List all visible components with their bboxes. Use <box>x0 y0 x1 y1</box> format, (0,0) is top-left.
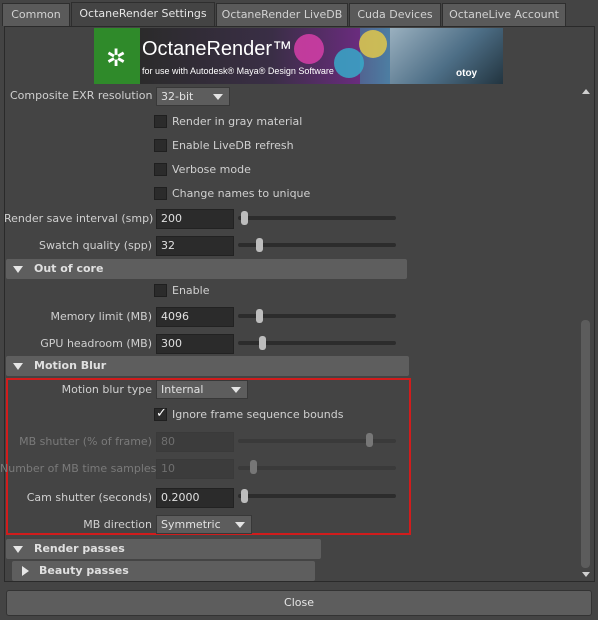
octane-banner: ✲ OctaneRender™ for use with Autodesk® M… <box>94 28 503 84</box>
banner-blue-shape <box>334 48 364 78</box>
banner-yellow-shape <box>359 30 387 58</box>
ignore-frame-bounds-label: Ignore frame sequence bounds <box>172 408 344 421</box>
collapse-arrow-icon <box>13 363 23 370</box>
mb-shutter-slider-handle <box>366 433 374 447</box>
swatch-quality-slider-handle[interactable] <box>256 238 264 252</box>
ignore-frame-bounds-checkbox[interactable] <box>154 406 167 421</box>
render-save-interval-field[interactable]: 200 <box>156 209 234 229</box>
section-beauty-passes[interactable]: Beauty passes <box>12 561 315 581</box>
verbose-mode-label: Verbose mode <box>172 163 251 176</box>
banner-brand: OctaneRender™ <box>142 38 293 60</box>
render-save-interval-label: Render save interval (smp) <box>4 212 154 225</box>
section-out-of-core-title: Out of core <box>34 262 104 275</box>
motion-blur-highlight-box <box>6 378 411 535</box>
mb-time-samples-slider <box>238 466 396 470</box>
mb-time-samples-slider-handle <box>250 460 258 474</box>
render-gray-material-checkbox[interactable] <box>154 115 167 128</box>
render-save-interval-slider-handle[interactable] <box>241 211 249 225</box>
motion-blur-type-label: Motion blur type <box>61 383 152 396</box>
verbose-mode-checkbox[interactable] <box>154 163 167 176</box>
close-button[interactable]: Close <box>6 590 592 616</box>
banner-subtitle: for use with Autodesk® Maya® Design Soft… <box>142 66 334 76</box>
section-motion-blur[interactable]: Motion Blur <box>6 356 409 376</box>
mb-direction-dropdown[interactable]: Symmetric <box>156 515 252 534</box>
swatch-quality-field[interactable]: 32 <box>156 236 234 256</box>
render-gray-material-label: Render in gray material <box>172 115 303 128</box>
render-save-interval-slider[interactable] <box>238 216 396 220</box>
out-of-core-enable-checkbox[interactable] <box>154 284 167 297</box>
out-of-core-enable-label: Enable <box>172 284 210 297</box>
composite-exr-label: Composite EXR resolution <box>10 89 153 102</box>
memory-limit-slider-handle[interactable] <box>256 309 264 323</box>
tab-octanerender-livedb[interactable]: OctaneRender LiveDB <box>216 3 348 26</box>
scrollbar-thumb[interactable] <box>581 320 590 568</box>
otoy-logo: otoy <box>456 68 478 79</box>
change-names-unique-checkbox[interactable] <box>154 187 167 200</box>
swatch-quality-label: Swatch quality (spp) <box>39 239 152 252</box>
mb-shutter-field: 80 <box>156 432 234 452</box>
gpu-headroom-field[interactable]: 300 <box>156 334 234 354</box>
collapse-arrow-icon <box>13 266 23 273</box>
expand-arrow-icon <box>22 566 29 576</box>
banner-pink-shape <box>294 34 324 64</box>
chevron-down-icon <box>235 522 245 528</box>
banner-photo-block <box>390 28 503 84</box>
section-beauty-passes-title: Beauty passes <box>39 564 129 577</box>
composite-exr-dropdown[interactable]: 32-bit <box>156 87 230 106</box>
memory-limit-label: Memory limit (MB) <box>50 310 152 323</box>
mb-time-samples-field: 10 <box>156 459 234 479</box>
mb-shutter-label: MB shutter (% of frame) <box>19 435 152 448</box>
motion-blur-type-value: Internal <box>161 383 204 396</box>
chevron-down-icon <box>231 387 241 393</box>
mb-direction-value: Symmetric <box>161 518 221 531</box>
scroll-down-arrow-icon[interactable] <box>582 572 590 577</box>
change-names-unique-label: Change names to unique <box>172 187 311 200</box>
chevron-down-icon <box>213 94 223 100</box>
section-out-of-core[interactable]: Out of core <box>6 259 407 279</box>
cam-shutter-slider-handle[interactable] <box>241 489 249 503</box>
section-render-passes-title: Render passes <box>34 542 125 555</box>
section-render-passes[interactable]: Render passes <box>6 539 321 559</box>
cam-shutter-label: Cam shutter (seconds) <box>26 491 152 504</box>
collapse-arrow-icon <box>13 546 23 553</box>
motion-blur-type-dropdown[interactable]: Internal <box>156 380 248 399</box>
octane-logo-icon: ✲ <box>106 44 127 72</box>
enable-livedb-refresh-label: Enable LiveDB refresh <box>172 139 294 152</box>
tab-cuda-devices[interactable]: Cuda Devices <box>349 3 441 26</box>
mb-time-samples-label: Number of MB time samples <box>0 462 157 475</box>
gpu-headroom-label: GPU headroom (MB) <box>40 337 152 350</box>
tab-octanerender-settings[interactable]: OctaneRender Settings <box>71 2 215 27</box>
cam-shutter-field[interactable]: 0.2000 <box>156 488 234 508</box>
gpu-headroom-slider-handle[interactable] <box>259 336 267 350</box>
enable-livedb-refresh-checkbox[interactable] <box>154 139 167 152</box>
section-motion-blur-title: Motion Blur <box>34 359 107 372</box>
scroll-up-arrow-icon[interactable] <box>582 89 590 94</box>
memory-limit-field[interactable]: 4096 <box>156 307 234 327</box>
tab-common[interactable]: Common <box>2 3 70 26</box>
vertical-scrollbar[interactable] <box>580 86 591 580</box>
tab-bar: Common OctaneRender Settings OctaneRende… <box>0 0 598 27</box>
tab-octanelive-account[interactable]: OctaneLive Account <box>442 3 566 26</box>
composite-exr-value: 32-bit <box>161 90 194 103</box>
mb-direction-label: MB direction <box>83 518 152 531</box>
cam-shutter-slider[interactable] <box>238 494 396 498</box>
